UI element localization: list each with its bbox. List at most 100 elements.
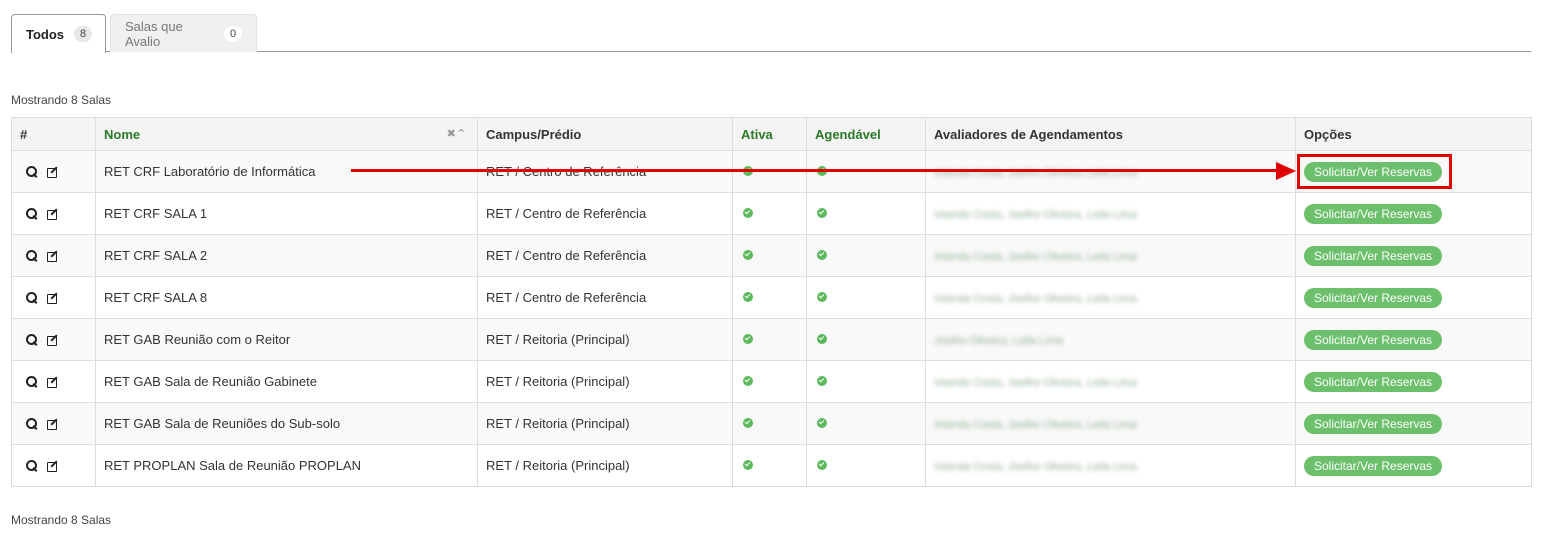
edit-icon[interactable]	[47, 376, 59, 388]
options-cell: Solicitar/Ver Reservas	[1296, 193, 1532, 235]
table-row: RET CRF SALA 1 RET / Centro de Referênci…	[12, 193, 1532, 235]
search-icon[interactable]	[26, 166, 38, 178]
check-circle-icon	[817, 460, 827, 470]
column-header-name[interactable]: Nome ✖⌃	[96, 118, 478, 151]
edit-icon[interactable]	[47, 460, 59, 472]
room-name: RET PROPLAN Sala de Reunião PROPLAN	[96, 445, 478, 487]
room-campus: RET / Centro de Referência	[478, 193, 733, 235]
check-circle-icon	[817, 250, 827, 260]
evaluators-names: Joelho Oliveira, Leila Lima	[934, 335, 1063, 347]
schedulable-cell	[807, 277, 926, 319]
table-row: RET GAB Sala de Reuniões do Sub-solo RET…	[12, 403, 1532, 445]
request-reservations-button[interactable]: Solicitar/Ver Reservas	[1304, 414, 1442, 434]
evaluators-cell: Iolanda Costa, Joelho Oliveira, Leila Li…	[926, 403, 1296, 445]
request-reservations-button[interactable]: Solicitar/Ver Reservas	[1304, 204, 1442, 224]
evaluators-cell: Iolanda Costa, Joelho Oliveira, Leila Li…	[926, 193, 1296, 235]
room-campus: RET / Centro de Referência	[478, 235, 733, 277]
request-reservations-button[interactable]: Solicitar/Ver Reservas	[1304, 330, 1442, 350]
check-circle-icon	[743, 460, 753, 470]
request-reservations-button[interactable]: Solicitar/Ver Reservas	[1304, 456, 1442, 476]
room-name: RET CRF SALA 2	[96, 235, 478, 277]
evaluators-names: Iolanda Costa, Joelho Oliveira, Leila Li…	[934, 377, 1137, 389]
table-row: RET GAB Reunião com o Reitor RET / Reito…	[12, 319, 1532, 361]
room-campus: RET / Reitoria (Principal)	[478, 445, 733, 487]
room-name: RET GAB Reunião com o Reitor	[96, 319, 478, 361]
options-cell: Solicitar/Ver Reservas	[1296, 361, 1532, 403]
schedulable-cell	[807, 235, 926, 277]
schedulable-cell	[807, 319, 926, 361]
room-campus: RET / Reitoria (Principal)	[478, 319, 733, 361]
tab-salas-que-avalio-label: Salas que Avalio	[125, 19, 214, 49]
evaluators-cell: Iolanda Costa, Joelho Oliveira, Leila Li…	[926, 235, 1296, 277]
row-actions-cell	[12, 277, 96, 319]
check-circle-icon	[743, 334, 753, 344]
room-campus: RET / Reitoria (Principal)	[478, 403, 733, 445]
edit-icon[interactable]	[47, 292, 59, 304]
tab-todos-label: Todos	[26, 27, 64, 42]
request-reservations-button[interactable]: Solicitar/Ver Reservas	[1304, 246, 1442, 266]
column-header-active[interactable]: Ativa	[733, 118, 807, 151]
table-header-row: # Nome ✖⌃ Campus/Prédio Ativa Agendável …	[12, 118, 1532, 151]
row-actions-cell	[12, 403, 96, 445]
search-icon[interactable]	[26, 250, 38, 262]
room-campus: RET / Reitoria (Principal)	[478, 361, 733, 403]
edit-icon[interactable]	[47, 166, 59, 178]
request-reservations-button[interactable]: Solicitar/Ver Reservas	[1304, 372, 1442, 392]
search-icon[interactable]	[26, 376, 38, 388]
room-name: RET CRF SALA 8	[96, 277, 478, 319]
room-campus: RET / Centro de Referência	[478, 277, 733, 319]
edit-icon[interactable]	[47, 250, 59, 262]
options-cell: Solicitar/Ver Reservas	[1296, 445, 1532, 487]
column-header-evaluators: Avaliadores de Agendamentos	[926, 118, 1296, 151]
annotation-arrow-head	[1276, 162, 1296, 180]
evaluators-names: Iolanda Costa, Joelho Oliveira, Leila Li…	[934, 251, 1137, 263]
edit-icon[interactable]	[47, 208, 59, 220]
evaluators-cell: Iolanda Costa, Joelho Oliveira, Leila Li…	[926, 361, 1296, 403]
sort-icon[interactable]: ✖⌃	[447, 127, 467, 140]
edit-icon[interactable]	[47, 334, 59, 346]
tab-todos[interactable]: Todos 8	[11, 14, 106, 53]
search-icon[interactable]	[26, 460, 38, 472]
search-icon[interactable]	[26, 418, 38, 430]
row-actions-cell	[12, 235, 96, 277]
row-actions-cell	[12, 193, 96, 235]
check-circle-icon	[743, 208, 753, 218]
tab-bar: Todos 8 Salas que Avalio 0	[11, 14, 1531, 52]
tab-salas-que-avalio[interactable]: Salas que Avalio 0	[110, 14, 257, 52]
room-name: RET CRF SALA 1	[96, 193, 478, 235]
check-circle-icon	[743, 418, 753, 428]
search-icon[interactable]	[26, 292, 38, 304]
evaluators-cell: Iolanda Costa, Joelho Oliveira, Leila Li…	[926, 277, 1296, 319]
options-cell: Solicitar/Ver Reservas	[1296, 403, 1532, 445]
schedulable-cell	[807, 361, 926, 403]
search-icon[interactable]	[26, 208, 38, 220]
search-icon[interactable]	[26, 334, 38, 346]
check-circle-icon	[743, 250, 753, 260]
tab-todos-count: 8	[74, 26, 92, 42]
active-cell	[733, 403, 807, 445]
room-name: RET GAB Sala de Reunião Gabinete	[96, 361, 478, 403]
check-circle-icon	[743, 376, 753, 386]
request-reservations-button[interactable]: Solicitar/Ver Reservas	[1304, 288, 1442, 308]
options-cell: Solicitar/Ver Reservas	[1296, 277, 1532, 319]
row-actions-cell	[12, 151, 96, 193]
evaluators-names: Iolanda Costa, Joelho Oliveira, Leila Li…	[934, 419, 1137, 431]
table-row: RET CRF SALA 2 RET / Centro de Referênci…	[12, 235, 1532, 277]
evaluators-names: Iolanda Costa, Joelho Oliveira, Leila Li…	[934, 461, 1137, 473]
table-row: RET CRF SALA 8 RET / Centro de Referênci…	[12, 277, 1532, 319]
active-cell	[733, 277, 807, 319]
active-cell	[733, 445, 807, 487]
edit-icon[interactable]	[47, 418, 59, 430]
row-actions-cell	[12, 445, 96, 487]
check-circle-icon	[817, 334, 827, 344]
evaluators-names: Iolanda Costa, Joelho Oliveira, Leila Li…	[934, 209, 1137, 221]
active-cell	[733, 193, 807, 235]
column-header-schedulable[interactable]: Agendável	[807, 118, 926, 151]
showing-count-bottom: Mostrando 8 Salas	[11, 513, 111, 527]
table-row: RET GAB Sala de Reunião Gabinete RET / R…	[12, 361, 1532, 403]
column-header-name-label: Nome	[104, 127, 140, 142]
options-cell: Solicitar/Ver Reservas	[1296, 235, 1532, 277]
evaluators-cell: Joelho Oliveira, Leila Lima	[926, 319, 1296, 361]
check-circle-icon	[817, 292, 827, 302]
column-header-campus[interactable]: Campus/Prédio	[478, 118, 733, 151]
